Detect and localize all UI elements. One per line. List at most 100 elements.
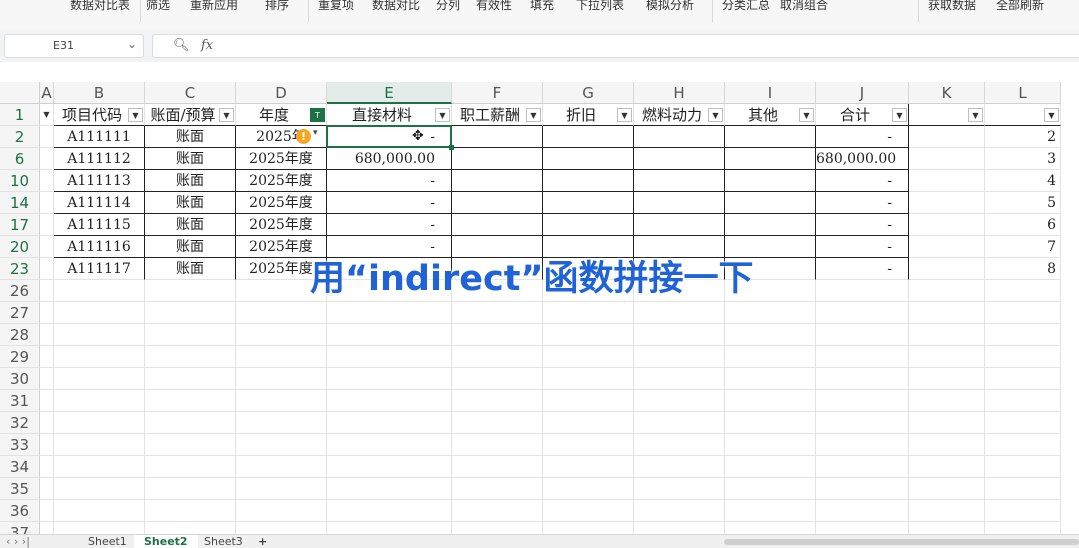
row-header[interactable]: 2 (0, 126, 40, 148)
grid-cell[interactable] (909, 456, 985, 478)
grid-cell[interactable] (145, 324, 236, 346)
grid-cell[interactable] (634, 368, 725, 390)
grid-cell[interactable] (452, 412, 543, 434)
grid-cell[interactable] (327, 500, 452, 522)
grid-cell[interactable] (54, 500, 145, 522)
grid-cell[interactable] (236, 390, 327, 412)
grid-cell[interactable] (543, 324, 634, 346)
grid-cell[interactable] (40, 258, 54, 280)
cell-total[interactable]: - (816, 192, 909, 214)
grid-cell[interactable] (327, 390, 452, 412)
cell-year[interactable]: 2025年度 (236, 192, 327, 214)
grid-cell[interactable] (327, 346, 452, 368)
cell-empty[interactable] (543, 126, 634, 148)
row-header[interactable]: 29 (0, 346, 40, 368)
row-header[interactable]: 36 (0, 500, 40, 522)
dropdown-list-button[interactable]: 下拉列表 (576, 0, 624, 13)
ungroup-button[interactable]: 取消组合 (780, 0, 828, 13)
column-header-b[interactable]: B (54, 82, 145, 104)
grid-cell[interactable] (452, 390, 543, 412)
filter-dropdown-b[interactable]: ▼ (128, 108, 143, 122)
grid-cell[interactable] (327, 456, 452, 478)
grid-cell[interactable] (452, 478, 543, 500)
cell-type[interactable]: 账面 (145, 192, 236, 214)
cell-empty[interactable] (725, 148, 816, 170)
formula-input[interactable]: 🔍︎ fx (152, 34, 1079, 58)
get-data-button[interactable]: 获取数据 (928, 0, 976, 13)
grid-cell[interactable] (909, 302, 985, 324)
grid-cell[interactable] (909, 434, 985, 456)
cell-year[interactable]: 2025年度 (236, 148, 327, 170)
cell-empty[interactable] (543, 148, 634, 170)
row-header[interactable]: 32 (0, 412, 40, 434)
grid-cell[interactable] (54, 434, 145, 456)
grid-cell[interactable] (909, 346, 985, 368)
grid-cell[interactable] (543, 500, 634, 522)
cell-type[interactable]: 账面 (145, 258, 236, 280)
grid-cell[interactable] (145, 390, 236, 412)
grid-cell[interactable] (145, 478, 236, 500)
filter-button[interactable]: 筛选 (146, 0, 170, 13)
grid-cell[interactable] (985, 302, 1061, 324)
row-header[interactable]: 10 (0, 170, 40, 192)
tab-nav-arrows-icon[interactable]: ‹ › ›| (6, 535, 30, 548)
cell-index[interactable]: 8 (985, 258, 1061, 280)
row-header[interactable]: 27 (0, 302, 40, 324)
grid-cell[interactable] (816, 346, 909, 368)
grid-cell[interactable] (725, 434, 816, 456)
cell-empty[interactable] (634, 126, 725, 148)
cell-type[interactable]: 账面 (145, 214, 236, 236)
grid-cell[interactable] (634, 478, 725, 500)
grid-cell[interactable] (145, 302, 236, 324)
cell-empty[interactable] (452, 214, 543, 236)
grid-cell[interactable] (40, 434, 54, 456)
grid-cell[interactable] (634, 324, 725, 346)
data-compare-button[interactable]: 数据对比 (372, 0, 420, 13)
validation-button[interactable]: 有效性 (476, 0, 512, 13)
grid-cell[interactable] (236, 324, 327, 346)
grid-cell[interactable] (54, 302, 145, 324)
row-header[interactable]: 17 (0, 214, 40, 236)
grid-cell[interactable] (236, 478, 327, 500)
grid-cell[interactable] (327, 478, 452, 500)
grid-cell[interactable] (54, 412, 145, 434)
cell-project-code[interactable]: A111113 (54, 170, 145, 192)
grid-cell[interactable] (40, 346, 54, 368)
grid-cell[interactable] (909, 214, 985, 236)
cell-year[interactable]: 2025年度 (236, 214, 327, 236)
grid-cell[interactable] (985, 368, 1061, 390)
grid-cell[interactable] (40, 148, 54, 170)
sort-button[interactable]: 排序 (265, 0, 289, 13)
grid-cell[interactable] (816, 456, 909, 478)
grid-cell[interactable] (452, 346, 543, 368)
column-header-f[interactable]: F (452, 82, 543, 104)
grid-cell[interactable] (725, 500, 816, 522)
grid-cell[interactable] (909, 148, 985, 170)
grid-cell[interactable] (40, 302, 54, 324)
select-all-corner[interactable] (0, 82, 40, 104)
grid-cell[interactable] (54, 368, 145, 390)
cell-index[interactable]: 5 (985, 192, 1061, 214)
cell-type[interactable]: 账面 (145, 236, 236, 258)
grid-cell[interactable] (634, 456, 725, 478)
filter-dropdown-f[interactable]: ▼ (526, 108, 541, 122)
grid-cell[interactable] (816, 478, 909, 500)
grid-cell[interactable] (236, 302, 327, 324)
row-header[interactable]: 26 (0, 280, 40, 302)
cell-project-code[interactable]: A111114 (54, 192, 145, 214)
cell-empty[interactable] (452, 192, 543, 214)
column-header-a[interactable]: A (40, 82, 54, 104)
row-header[interactable]: 14 (0, 192, 40, 214)
name-box[interactable]: E31 ⌄ (4, 34, 144, 58)
grid-cell[interactable] (543, 302, 634, 324)
cell-type[interactable]: 账面 (145, 148, 236, 170)
grid-cell[interactable] (452, 302, 543, 324)
grid-cell[interactable] (543, 368, 634, 390)
add-sheet-button[interactable]: + (248, 535, 277, 548)
grid-cell[interactable] (452, 368, 543, 390)
grid-cell[interactable] (909, 412, 985, 434)
grid-cell[interactable] (40, 478, 54, 500)
row-header[interactable]: 1 (0, 104, 40, 126)
row-header[interactable]: 28 (0, 324, 40, 346)
grid-cell[interactable] (40, 192, 54, 214)
